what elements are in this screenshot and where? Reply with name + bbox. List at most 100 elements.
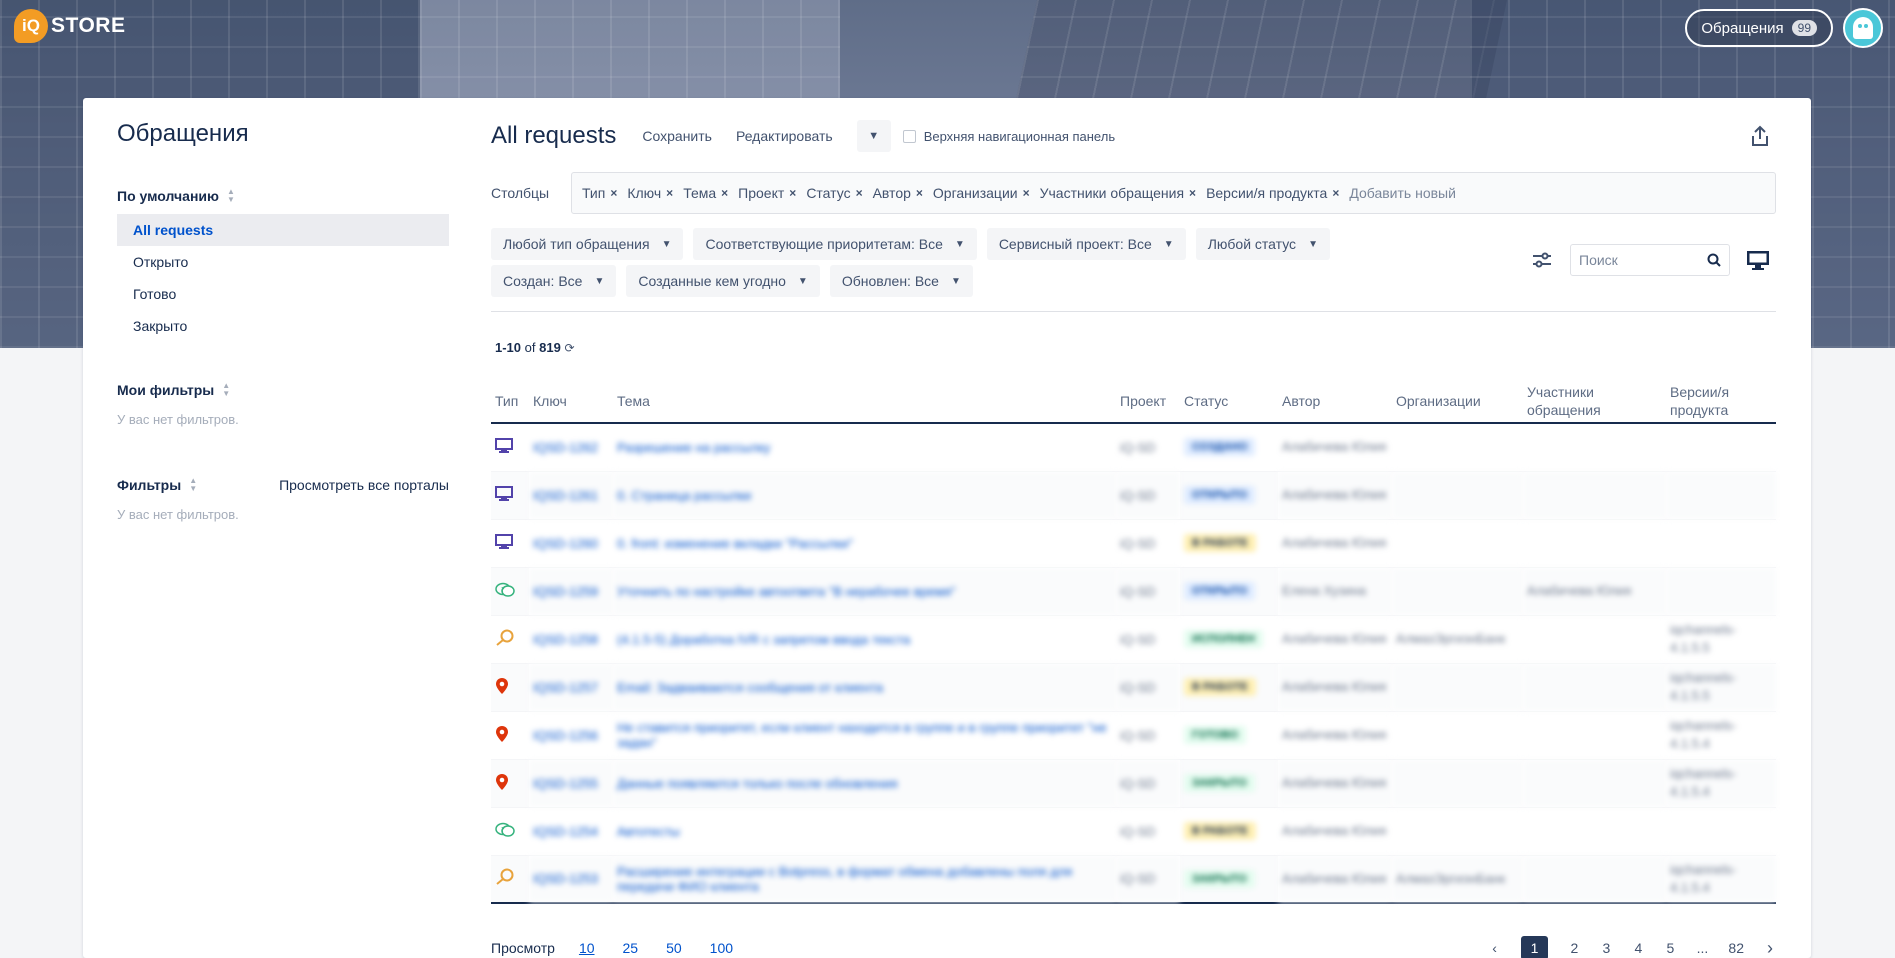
- refresh-icon[interactable]: ⟳: [564, 341, 574, 355]
- edit-button[interactable]: Редактировать: [736, 128, 833, 144]
- page-size-option[interactable]: 100: [710, 940, 733, 956]
- request-key-link[interactable]: IQSD-1260: [529, 519, 613, 568]
- request-summary-link[interactable]: (4.1.5-5) Доработка IVR с запретом ввода…: [613, 615, 1116, 664]
- iqstore-logo[interactable]: iQ STORE: [14, 6, 125, 46]
- request-summary-link[interactable]: Данные появляются только после обновлени…: [613, 759, 1116, 808]
- table-row[interactable]: IQSD-1253 Расширение интеграции с Botpres…: [491, 855, 1776, 904]
- table-row[interactable]: IQSD-1256 Не ставится приоритет, если кли…: [491, 711, 1776, 760]
- chevron-down-icon: ▼: [594, 275, 605, 287]
- close-icon[interactable]: ×: [856, 186, 863, 200]
- filters-title[interactable]: Фильтры ▲ ▼: [117, 473, 197, 497]
- close-icon[interactable]: ×: [1332, 186, 1339, 200]
- table-row[interactable]: ? IQSD-1254 Автотесты iQ-SD В РАБОТЕ Алабичев…: [491, 807, 1776, 856]
- request-key-link[interactable]: IQSD-1254: [529, 807, 613, 856]
- column-tag[interactable]: Участники обращения ×: [1040, 185, 1196, 201]
- top-nav-checkbox[interactable]: [902, 129, 916, 143]
- header-key[interactable]: Ключ: [529, 379, 613, 424]
- sidebar-item-open[interactable]: Открыто: [117, 246, 449, 278]
- column-tag[interactable]: Тема ×: [683, 185, 728, 201]
- chevron-right-icon[interactable]: ›: [1764, 938, 1776, 958]
- column-tag[interactable]: Статус ×: [806, 185, 862, 201]
- header-versions[interactable]: Версии/я продукта: [1666, 379, 1776, 424]
- request-key-link[interactable]: IQSD-1257: [529, 663, 613, 712]
- filter-updated[interactable]: Обновлен: Все ▼: [829, 265, 973, 297]
- column-tag[interactable]: Тип ×: [582, 185, 617, 201]
- user-avatar[interactable]: [1843, 8, 1883, 48]
- page-number[interactable]: 4: [1632, 940, 1644, 956]
- header-summary[interactable]: Тема: [613, 379, 1116, 424]
- header-type[interactable]: Тип: [491, 379, 529, 424]
- table-row[interactable]: IQSD-1260 0. front: изменение вкладки "Ра…: [491, 519, 1776, 568]
- header-participants[interactable]: Участники обращения: [1523, 379, 1666, 424]
- close-icon[interactable]: ×: [721, 186, 728, 200]
- page-number[interactable]: 1: [1520, 936, 1549, 958]
- page-number[interactable]: 3: [1600, 940, 1612, 956]
- columns-picker[interactable]: Тип × Ключ × Тема × Проект × Статус × Автор × …: [571, 172, 1776, 214]
- column-tag[interactable]: Проект ×: [738, 185, 796, 201]
- request-summary-link[interactable]: 0. Страница рассылки: [613, 471, 1116, 520]
- save-button[interactable]: Сохранить: [642, 128, 712, 144]
- my-filters-title[interactable]: Мои фильтры ▲ ▼: [117, 378, 449, 402]
- request-key-link[interactable]: IQSD-1259: [529, 567, 613, 616]
- close-icon[interactable]: ×: [610, 186, 617, 200]
- header-organizations[interactable]: Организации: [1392, 379, 1523, 424]
- column-tag[interactable]: Версии/я продукта ×: [1206, 185, 1339, 201]
- ghost-avatar-icon: [1853, 17, 1873, 39]
- page-size-option[interactable]: 50: [666, 940, 682, 956]
- filter-status[interactable]: Любой статус ▼: [1195, 228, 1330, 260]
- table-row[interactable]: ? IQSD-1259 Уточнить по настройке автоотве…: [491, 567, 1776, 616]
- close-icon[interactable]: ×: [789, 186, 796, 200]
- page-size-option[interactable]: 10: [579, 940, 595, 956]
- page-number[interactable]: 82: [1728, 940, 1744, 956]
- request-summary-link[interactable]: Не ставится приоритет, если клиент наход…: [613, 711, 1116, 760]
- filter-created[interactable]: Создан: Все ▼: [491, 265, 617, 297]
- request-summary-link[interactable]: 0. front: изменение вкладки "Рассылки": [613, 519, 1116, 568]
- close-icon[interactable]: ×: [666, 186, 673, 200]
- header-author[interactable]: Автор: [1278, 379, 1392, 424]
- search-input[interactable]: Поиск: [1570, 244, 1730, 276]
- page-number[interactable]: 5: [1664, 940, 1676, 956]
- requests-button[interactable]: Обращения 99: [1685, 9, 1833, 47]
- table-row[interactable]: IQSD-1261 0. Страница рассылки iQ-SD ОТКРЫТ…: [491, 471, 1776, 520]
- request-key-link[interactable]: IQSD-1256: [529, 711, 613, 760]
- column-tag[interactable]: Организации ×: [933, 185, 1030, 201]
- header-project[interactable]: Проект: [1116, 379, 1180, 424]
- request-summary-link[interactable]: Разрешение на рассылку: [613, 423, 1116, 472]
- request-key-link[interactable]: IQSD-1253: [529, 855, 613, 904]
- table-row[interactable]: IQSD-1262 Разрешение на рассылку iQ-SD СОЗД…: [491, 423, 1776, 472]
- page-number[interactable]: 2: [1568, 940, 1580, 956]
- sidebar-item-all-requests[interactable]: All requests: [117, 214, 449, 246]
- page-size-option[interactable]: 25: [623, 940, 639, 956]
- chevron-left-icon[interactable]: ‹: [1489, 940, 1501, 956]
- sliders-icon[interactable]: [1524, 244, 1560, 276]
- request-summary-link[interactable]: Email: Задваиваются сообщения от клиента: [613, 663, 1116, 712]
- sidebar-item-done[interactable]: Готово: [117, 278, 449, 310]
- default-section-title[interactable]: По умолчанию ▲ ▼: [117, 184, 449, 208]
- sidebar-item-closed[interactable]: Закрыто: [117, 310, 449, 342]
- request-summary-link[interactable]: Уточнить по настройке автоответа "В нера…: [613, 567, 1116, 616]
- table-row[interactable]: IQSD-1257 Email: Задваиваются сообщения о…: [491, 663, 1776, 712]
- header-status[interactable]: Статус: [1180, 379, 1278, 424]
- request-summary-link[interactable]: Расширение интеграции с Botpress, в форм…: [613, 855, 1116, 904]
- table-row[interactable]: IQSD-1255 Данные появляются только после …: [491, 759, 1776, 808]
- filter-request-type[interactable]: Любой тип обращения ▼: [491, 228, 684, 260]
- share-icon[interactable]: [1744, 120, 1776, 152]
- view-all-portals-link[interactable]: Просмотреть все порталы: [279, 477, 449, 493]
- close-icon[interactable]: ×: [1023, 186, 1030, 200]
- add-column-input[interactable]: Добавить новый: [1349, 185, 1456, 201]
- request-key-link[interactable]: IQSD-1258: [529, 615, 613, 664]
- column-tag[interactable]: Автор ×: [873, 185, 923, 201]
- column-tag[interactable]: Ключ ×: [627, 185, 673, 201]
- monitor-icon[interactable]: [1740, 244, 1776, 276]
- filter-creator[interactable]: Созданные кем угодно ▼: [626, 265, 820, 297]
- request-key-link[interactable]: IQSD-1255: [529, 759, 613, 808]
- close-icon[interactable]: ×: [1189, 186, 1196, 200]
- filter-service-project[interactable]: Сервисный проект: Все ▼: [986, 228, 1186, 260]
- request-summary-link[interactable]: Автотесты: [613, 807, 1116, 856]
- close-icon[interactable]: ×: [916, 186, 923, 200]
- table-row[interactable]: IQSD-1258 (4.1.5-5) Доработка IVR с запре…: [491, 615, 1776, 664]
- request-key-link[interactable]: IQSD-1262: [529, 423, 613, 472]
- chevron-down-icon[interactable]: ▼: [856, 120, 891, 152]
- request-key-link[interactable]: IQSD-1261: [529, 471, 613, 520]
- filter-priority[interactable]: Соответствующие приоритетам: Все ▼: [693, 228, 977, 260]
